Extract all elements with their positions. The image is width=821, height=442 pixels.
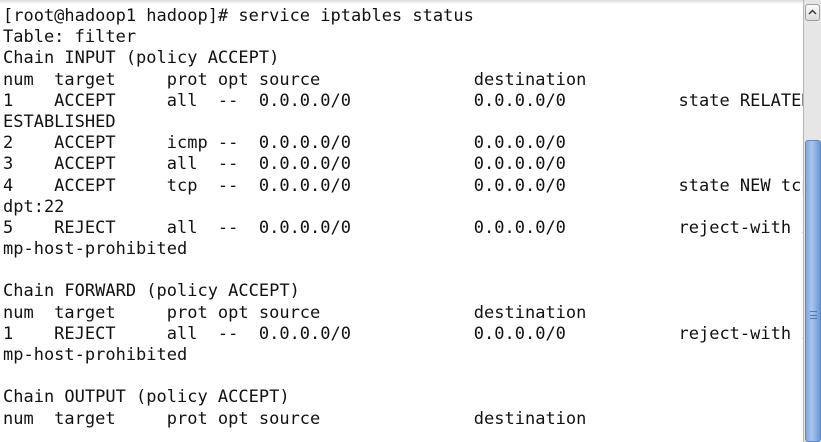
terminal-line: 1 REJECT all -- 0.0.0.0/0 0.0.0.0/0 reje… <box>3 323 803 344</box>
terminal-line: 3 ACCEPT all -- 0.0.0.0/0 0.0.0.0/0 <box>3 154 566 175</box>
terminal-line: Table: filter <box>3 27 137 48</box>
terminal-line: num target prot opt source destination <box>3 408 587 429</box>
chevron-up-icon <box>808 9 817 15</box>
vertical-scrollbar[interactable] <box>803 0 821 442</box>
terminal-line: 4 ACCEPT tcp -- 0.0.0.0/0 0.0.0.0/0 stat… <box>3 175 803 196</box>
terminal-line: 2 ACCEPT icmp -- 0.0.0.0/0 0.0.0.0/0 <box>3 133 566 154</box>
terminal-line: mp-host-prohibited <box>3 345 188 365</box>
terminal-output[interactable]: [root@hadoop1 hadoop]# service iptables … <box>0 6 803 442</box>
grip-lines-icon <box>810 311 817 319</box>
terminal-line: Chain INPUT (policy ACCEPT) <box>3 48 280 69</box>
scrollbar-thumb[interactable] <box>805 140 821 442</box>
terminal-line: ESTABLISHED <box>3 111 116 132</box>
terminal-line: 5 REJECT all -- 0.0.0.0/0 0.0.0.0/0 reje… <box>3 217 803 238</box>
terminal-line: 1 ACCEPT all -- 0.0.0.0/0 0.0.0.0/0 stat… <box>3 90 803 111</box>
terminal-line: num target prot opt source destination <box>3 69 587 90</box>
terminal-line: [root@hadoop1 hadoop]# service iptables … <box>3 6 474 26</box>
terminal-window: [root@hadoop1 hadoop]# service iptables … <box>0 0 821 442</box>
terminal-line: num target prot opt source destination <box>3 302 587 323</box>
terminal-line: mp-host-prohibited <box>3 239 188 260</box>
terminal-line: Chain FORWARD (policy ACCEPT) <box>3 281 300 302</box>
terminal-line: Chain OUTPUT (policy ACCEPT) <box>3 387 290 408</box>
terminal-line: dpt:22 <box>3 196 65 217</box>
window-top-edge <box>0 0 803 4</box>
scroll-up-button[interactable] <box>805 4 820 21</box>
